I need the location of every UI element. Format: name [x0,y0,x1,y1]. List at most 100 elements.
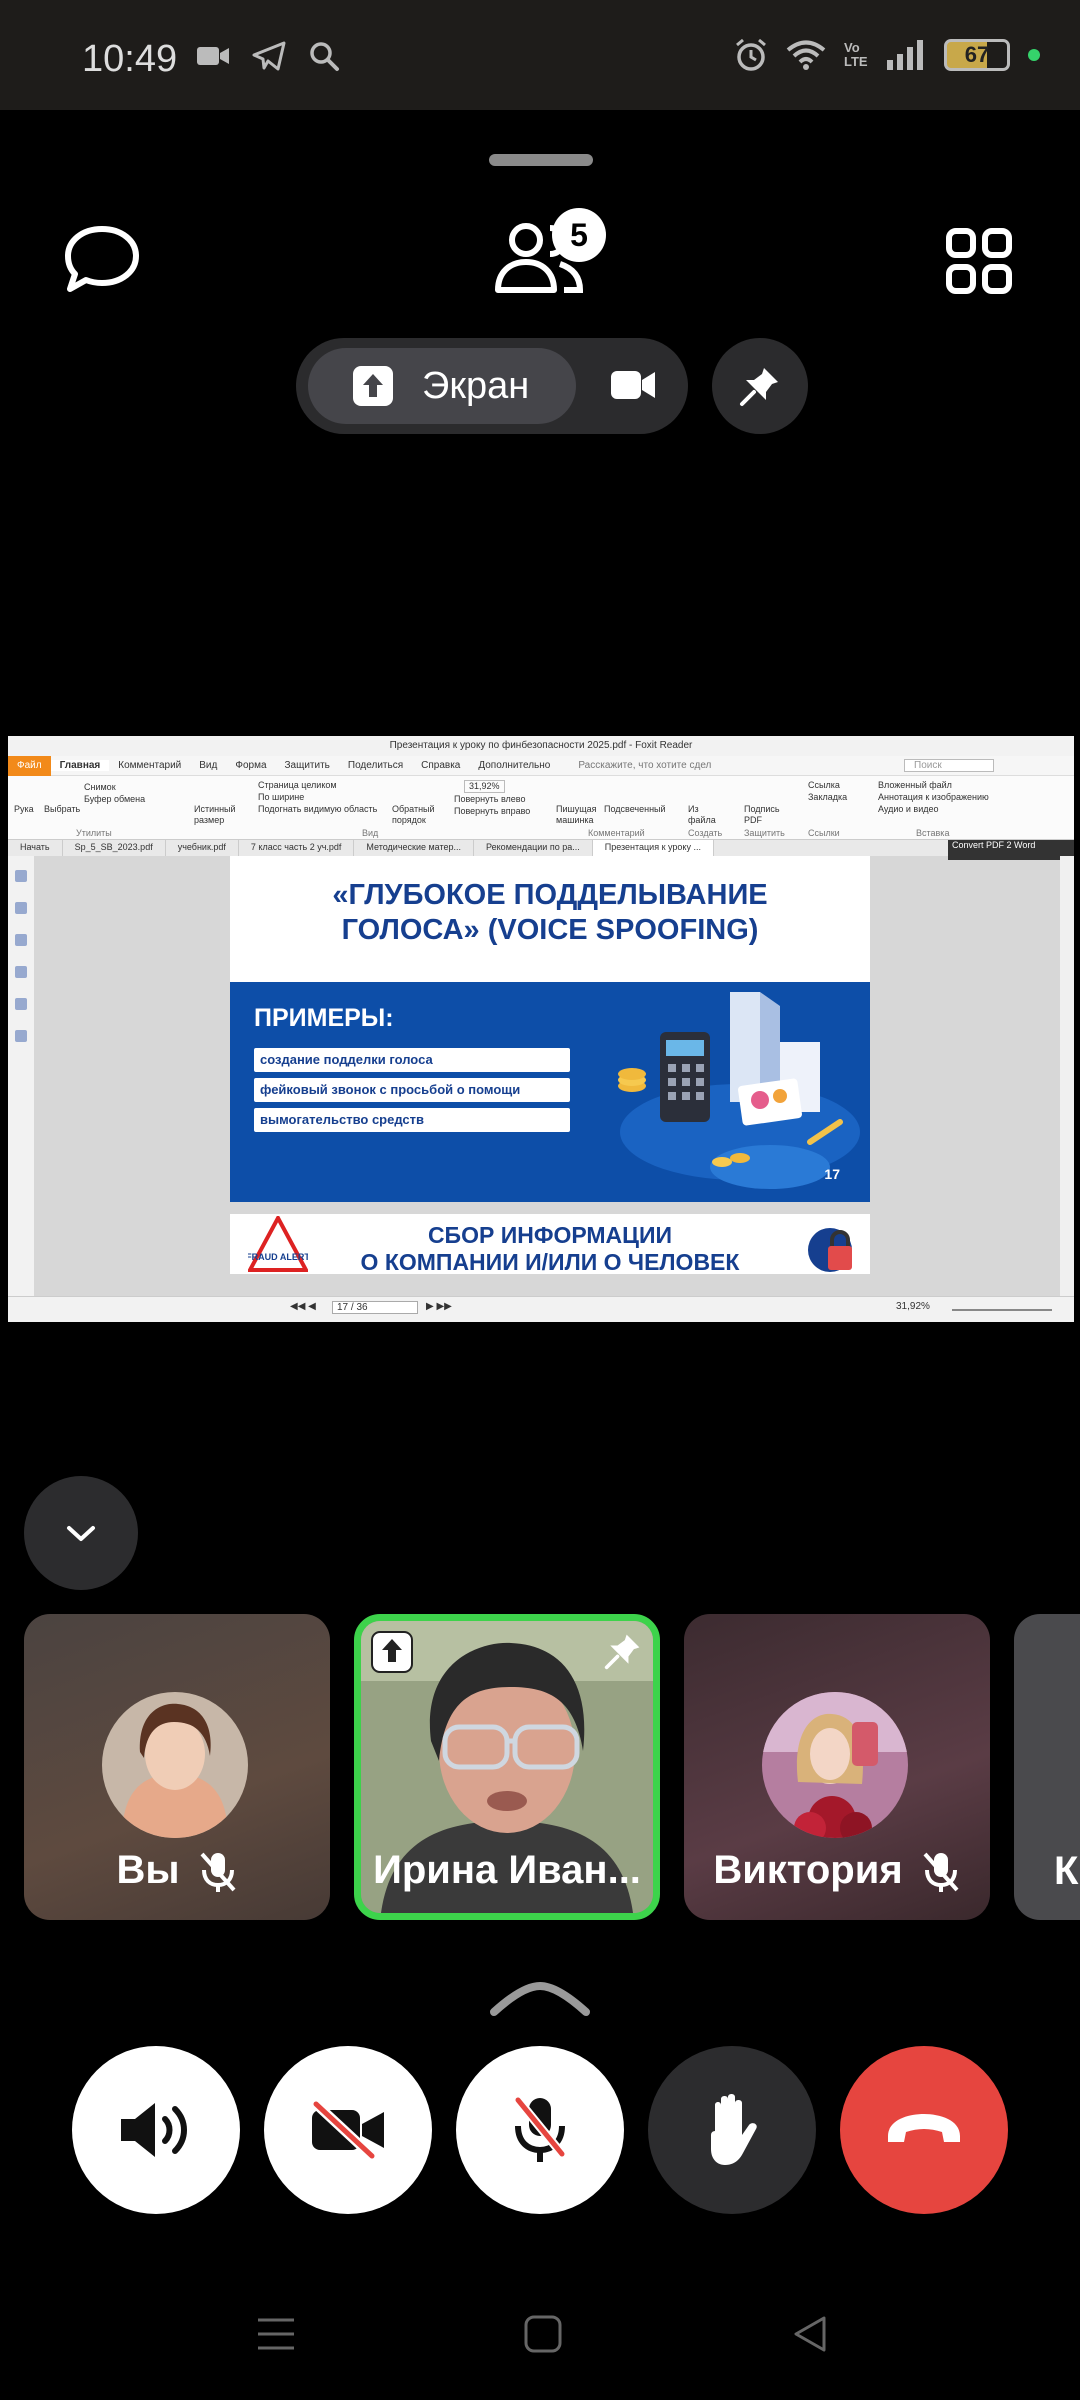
snapshot-tool[interactable]: Снимок [84,782,116,793]
ribbon: Рука Выбрать Снимок Буфер обмена Утилиты… [8,776,1074,840]
chevron-down-icon [67,1526,95,1541]
share-controls: Экран [296,338,688,434]
app-menu: Файл Главная Комментарий Вид Форма Защит… [8,755,1074,776]
rotate-right-tool[interactable]: Повернуть вправо [454,806,530,817]
share-up-icon [353,366,393,406]
sign-pdf-tool[interactable]: Подпись PDF [744,804,784,826]
convert-banner[interactable]: Convert PDF 2 Word [948,840,1074,860]
image-annotation-tool[interactable]: Аннотация к изображению [878,792,989,803]
volte-icon: Vo LTE [844,40,868,69]
menu-view[interactable]: Вид [190,760,226,771]
shared-screen[interactable]: Презентация к уроку по финбезопасности 2… [8,736,1074,1322]
window-title: Презентация к уроку по финбезопасности 2… [8,736,1074,756]
doc-tab[interactable]: Sp_5_SB_2023.pdf [63,840,166,856]
doc-tab[interactable]: 7 класс часть 2 уч.pdf [239,840,355,856]
chat-icon[interactable] [64,225,140,295]
pinned-icon [604,1634,640,1670]
expand-controls-icon[interactable] [486,1980,594,2020]
menu-file[interactable]: Файл [8,755,51,776]
home-nav-icon[interactable] [523,2314,563,2354]
select-tool[interactable]: Выбрать [44,804,80,815]
participant-tile-k[interactable]: К [1014,1614,1080,1920]
privacy-indicator [1028,49,1040,61]
menu-extra[interactable]: Дополнительно [469,760,559,771]
slide-title: «ГЛУБОКОЕ ПОДДЕЛЫВАНИЕ ГОЛОСА» (VOICE SP… [230,878,870,948]
status-time: 10:49 [82,38,178,80]
group-view: Вид [362,828,379,838]
speaker-button[interactable] [72,2046,240,2214]
signal-icon [887,40,923,70]
participant-name: К [1054,1849,1079,1893]
participant-tile-irina[interactable]: Ирина Иван... [354,1614,660,1920]
hang-up-icon [888,2114,960,2142]
group-comment: Комментарий [588,828,645,838]
audio-video-tool[interactable]: Аудио и видео [878,804,939,815]
links-icon[interactable] [15,998,27,1010]
lock-illustration [808,1228,852,1272]
menu-share[interactable]: Поделиться [339,760,412,771]
menu-protect[interactable]: Защитить [276,760,339,771]
hand-tool[interactable]: Рука [14,804,34,815]
drag-handle[interactable] [489,154,593,166]
microphone-toggle-button[interactable] [456,2046,624,2214]
participant-tile-viktoria[interactable]: Виктория [684,1614,990,1920]
actual-size-tool[interactable]: Истинный размер [194,804,240,826]
zoom-slider[interactable] [952,1309,1052,1311]
attached-file-tool[interactable]: Вложенный файл [878,780,952,791]
vertical-scrollbar[interactable] [1060,856,1074,1296]
doc-tab[interactable]: Методические матер... [354,840,475,856]
page-indicator[interactable]: 17 / 36 [332,1301,418,1314]
pin-button[interactable] [712,338,808,434]
menu-form[interactable]: Форма [226,760,275,771]
tell-me-box[interactable]: Расскажите, что хотите сдел [569,760,720,771]
typewriter-tool[interactable]: Пишущая машинка [556,804,600,826]
slide-examples-panel: ПРИМЕРЫ: создание подделки голоса фейков… [230,982,870,1202]
slide-title-line1: «ГЛУБОКОЕ ПОДДЕЛЫВАНИЕ [332,879,768,911]
screen-share-button[interactable]: Экран [308,348,576,424]
grid-layout-icon[interactable] [946,228,1012,294]
menu-comment[interactable]: Комментарий [109,760,190,771]
highlight-tool[interactable]: Подсвеченный [604,804,666,815]
document-tabs: Начать Sp_5_SB_2023.pdf учебник.pdf 7 кл… [8,840,1074,856]
layers-icon[interactable] [15,902,27,914]
pin-icon [740,368,778,406]
search-box[interactable]: Поиск [904,759,994,772]
doc-tab[interactable]: Начать [8,840,63,856]
mic-off-icon [514,2097,566,2162]
status-zoom: 31,92% [896,1301,930,1312]
example-item: вымогательство средств [254,1108,570,1132]
reverse-order-tool[interactable]: Обратный порядок [392,804,436,826]
rotate-left-tool[interactable]: Повернуть влево [454,794,525,805]
zoom-select[interactable]: 31,92% [464,780,505,793]
camera-switch-icon[interactable] [610,366,656,404]
bookmark-tool[interactable]: Закладка [808,792,847,803]
fit-page-tool[interactable]: Страница целиком [258,780,337,791]
collapse-button[interactable] [24,1476,138,1590]
from-file-tool[interactable]: Из файла [688,804,718,826]
menu-home[interactable]: Главная [50,760,110,771]
doc-tab[interactable]: Рекомендации по ра... [474,840,593,856]
doc-tab[interactable]: учебник.pdf [166,840,239,856]
participant-tile-you[interactable]: Вы [24,1614,330,1920]
end-call-button[interactable] [840,2046,1008,2214]
clipboard-tool[interactable]: Буфер обмена [84,794,145,805]
comments-icon[interactable] [15,934,27,946]
example-item: фейковый звонок с просьбой о помощи [254,1078,570,1102]
fit-width-tool[interactable]: По ширине [258,792,304,803]
link-tool[interactable]: Ссылка [808,780,840,791]
raise-hand-button[interactable] [648,2046,816,2214]
slide-info-gathering: FRAUD ALERT СБОР ИНФОРМАЦИИ О КОМПАНИИ И… [230,1214,870,1274]
video-notification-icon [197,47,229,65]
menu-nav-icon[interactable] [256,2314,296,2354]
security-icon[interactable] [15,1030,27,1042]
doc-tab-active[interactable]: Презентация к уроку ... [592,840,714,856]
mic-off-icon [923,1852,959,1892]
attachments-icon[interactable] [15,966,27,978]
back-nav-icon[interactable] [790,2314,830,2354]
menu-help[interactable]: Справка [412,760,469,771]
alarm-icon [736,38,766,71]
participant-name: Ирина Иван... [373,1848,641,1892]
fit-visible-tool[interactable]: Подогнать видимую область [258,804,377,815]
pages-icon[interactable] [15,870,27,882]
camera-toggle-button[interactable] [264,2046,432,2214]
